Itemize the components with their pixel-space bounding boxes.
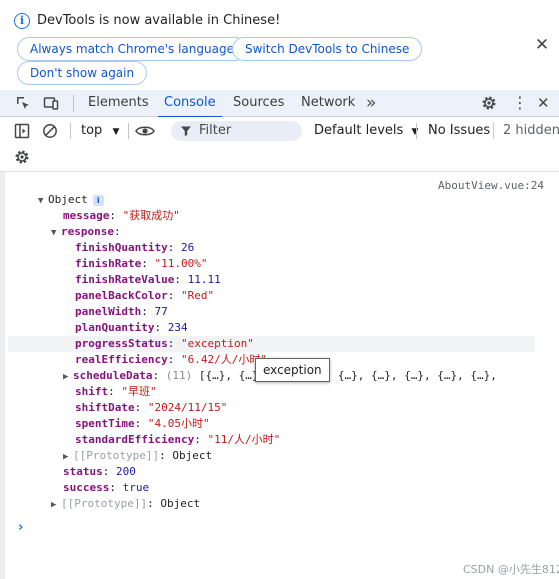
property-row: planQuantity: 234	[75, 321, 188, 334]
customize-menu-icon[interactable]: ⋮	[512, 90, 528, 117]
property-row-hovered: progressStatus: "exception"	[8, 336, 535, 352]
chevron-down-icon: ▼	[112, 127, 120, 137]
toolbar-divider	[128, 123, 129, 139]
object-label: Object	[48, 193, 88, 206]
property-row: status: 200	[63, 465, 136, 478]
issues-button[interactable]: No Issues	[428, 123, 490, 138]
property-row: message: "获取成功"	[63, 209, 180, 222]
property-row: realEfficiency: "6.42/人/小时"	[75, 353, 267, 366]
response-row[interactable]: ▼ response:	[51, 224, 121, 240]
filter-funnel-icon	[181, 126, 191, 136]
hover-tooltip: exception	[255, 358, 330, 382]
console-prompt-input[interactable]: ›	[18, 520, 23, 535]
settings-gear-icon[interactable]	[481, 95, 497, 111]
prototype-row[interactable]: ▶ [[Prototype]]: Object	[63, 448, 212, 464]
clear-console-icon[interactable]	[42, 123, 58, 139]
expanded-triangle-icon: ▼	[51, 228, 57, 238]
collapsed-triangle-icon: ▶	[51, 500, 57, 510]
property-row: panelBackColor: "Red"	[75, 289, 215, 302]
property-row: finishQuantity: 26	[75, 241, 195, 254]
watermark: CSDN @小先生812	[463, 563, 559, 576]
console-toolbar-row2	[0, 144, 559, 172]
collapsed-triangle-icon: ▶	[63, 452, 69, 462]
property-row: finishRate: "11.00%"	[75, 257, 208, 270]
source-link[interactable]: AboutView.vue:24	[438, 179, 544, 192]
expanded-triangle-icon: ▼	[38, 196, 44, 206]
context-value: top	[81, 123, 103, 138]
toolbar-divider	[416, 123, 417, 139]
tabbar-divider	[73, 95, 74, 112]
inspect-element-icon[interactable]	[15, 95, 31, 111]
property-row: shiftDate: "2024/11/15"	[75, 401, 228, 414]
banner-close-icon[interactable]: ✕	[533, 36, 551, 54]
filter-input[interactable]: Filter	[171, 121, 302, 141]
toolbar-divider	[493, 123, 494, 139]
toolbar-divider	[70, 123, 71, 139]
console-toolbar: top ▼ Filter Default levels ▼ No Issues …	[0, 117, 559, 144]
device-toolbar-icon[interactable]	[43, 95, 59, 111]
tab-elements[interactable]: Elements	[88, 90, 149, 117]
info-icon: i	[14, 13, 30, 29]
chevron-down-icon: ▼	[411, 127, 419, 137]
property-row: standardEfficiency: "11/人/小时"	[75, 433, 281, 446]
property-row: shift: "早班"	[75, 385, 157, 398]
info-icon[interactable]: i	[92, 194, 104, 206]
tab-network[interactable]: Network	[301, 90, 355, 117]
property-row: finishRateValue: 11.11	[75, 273, 221, 286]
banner-message: DevTools is now available in Chinese!	[37, 13, 281, 28]
tab-sources[interactable]: Sources	[233, 90, 284, 117]
context-selector[interactable]: top ▼	[81, 123, 119, 138]
property-row: spentTime: "4.05小时"	[75, 417, 210, 430]
log-levels-dropdown[interactable]: Default levels ▼	[314, 123, 418, 138]
language-banner: i DevTools is now available in Chinese! …	[0, 0, 559, 90]
object-root-row[interactable]: ▼ Object i	[38, 192, 104, 208]
show-sidebar-icon[interactable]	[14, 123, 30, 139]
hidden-messages-count: 2 hidden	[503, 123, 559, 138]
collapsed-triangle-icon: ▶	[63, 372, 69, 382]
close-devtools-icon[interactable]: ✕	[537, 90, 550, 117]
console-settings-gear-icon[interactable]	[14, 149, 30, 165]
devtools-tabbar: Elements Console Sources Network » ⋮ ✕	[0, 90, 559, 118]
filter-placeholder: Filter	[199, 123, 232, 138]
property-row: success: true	[63, 481, 150, 494]
log-levels-label: Default levels	[314, 123, 404, 138]
more-tabs-icon[interactable]: »	[366, 90, 376, 117]
prototype-row[interactable]: ▶ [[Prototype]]: Object	[51, 496, 200, 512]
property-row: panelWidth: 77	[75, 305, 168, 318]
always-match-language-button[interactable]: Always match Chrome's language	[17, 37, 247, 61]
tab-console[interactable]: Console	[158, 90, 222, 118]
live-expression-eye-icon[interactable]	[135, 123, 155, 139]
dont-show-again-button[interactable]: Don't show again	[17, 61, 148, 85]
switch-to-chinese-button[interactable]: Switch DevTools to Chinese	[232, 37, 423, 61]
